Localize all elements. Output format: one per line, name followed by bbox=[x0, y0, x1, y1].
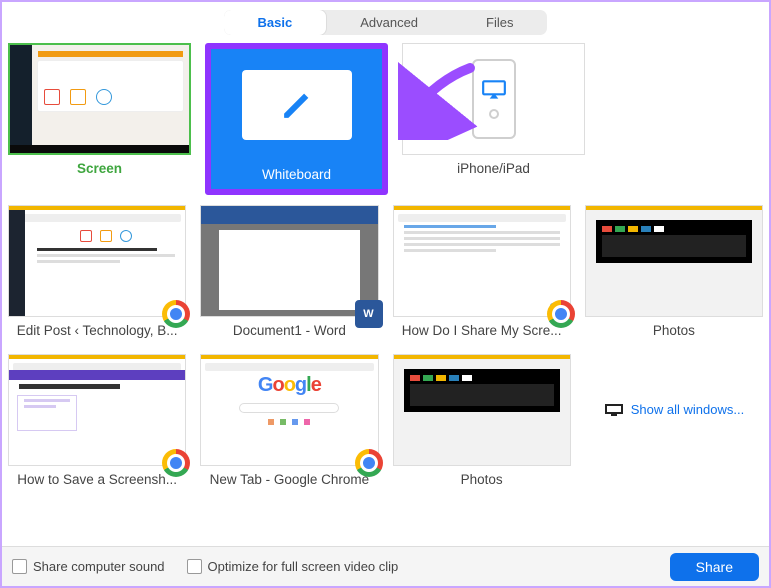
source-grid: Screen Whiteboard bbox=[2, 39, 769, 546]
tab-files[interactable]: Files bbox=[452, 10, 547, 35]
window-new-tab-label: New Tab - Google Chrome bbox=[200, 466, 378, 493]
window-edit-post[interactable]: Edit Post ‹ Technology, B... bbox=[8, 205, 186, 344]
checkbox-box[interactable] bbox=[12, 559, 27, 574]
show-all-windows-link[interactable]: Show all windows... bbox=[585, 354, 763, 417]
window-edit-post-label: Edit Post ‹ Technology, B... bbox=[8, 317, 186, 344]
window-photos-2[interactable]: Photos bbox=[393, 354, 571, 493]
window-photos-2-label: Photos bbox=[393, 466, 571, 493]
window-save-screenshot[interactable]: How to Save a Screensh... bbox=[8, 354, 186, 493]
tab-bar: Basic Advanced Files bbox=[2, 2, 769, 39]
checkbox-share-computer-sound[interactable]: Share computer sound bbox=[12, 559, 165, 574]
footer-bar: Share computer sound Optimize for full s… bbox=[2, 546, 769, 586]
checkbox-optimize-label: Optimize for full screen video clip bbox=[208, 559, 399, 574]
source-screen-label: Screen bbox=[8, 155, 191, 183]
window-photos-1-label: Photos bbox=[585, 317, 763, 344]
show-all-windows-label: Show all windows... bbox=[631, 402, 744, 417]
share-button[interactable]: Share bbox=[670, 553, 759, 581]
window-how-do-i-share[interactable]: How Do I Share My Scre... bbox=[393, 205, 571, 344]
checkbox-box[interactable] bbox=[187, 559, 202, 574]
source-screen[interactable]: Screen bbox=[8, 43, 191, 195]
chrome-icon bbox=[547, 300, 575, 328]
chrome-icon bbox=[355, 449, 383, 477]
source-iphone-label: iPhone/iPad bbox=[402, 155, 585, 182]
tab-basic[interactable]: Basic bbox=[224, 10, 327, 35]
word-icon: W bbox=[355, 300, 383, 328]
window-how-share-label: How Do I Share My Scre... bbox=[393, 317, 571, 344]
window-document1-word[interactable]: W Document1 - Word bbox=[200, 205, 378, 344]
pencil-icon bbox=[280, 88, 314, 122]
source-whiteboard-label: Whiteboard bbox=[211, 161, 382, 189]
tab-advanced[interactable]: Advanced bbox=[326, 10, 452, 35]
window-save-screenshot-label: How to Save a Screensh... bbox=[8, 466, 186, 493]
checkbox-optimize-video-clip[interactable]: Optimize for full screen video clip bbox=[187, 559, 399, 574]
monitor-icon bbox=[605, 404, 623, 416]
window-photos-1[interactable]: Photos bbox=[585, 205, 763, 344]
checkbox-share-sound-label: Share computer sound bbox=[33, 559, 165, 574]
window-document1-label: Document1 - Word bbox=[200, 317, 378, 344]
airplay-icon bbox=[481, 79, 507, 101]
source-whiteboard[interactable]: Whiteboard bbox=[205, 43, 388, 195]
source-iphone-ipad[interactable]: iPhone/iPad bbox=[402, 43, 585, 195]
window-new-tab-chrome[interactable]: Google New Tab - Google Chrome bbox=[200, 354, 378, 493]
google-logo: Google bbox=[205, 374, 373, 397]
